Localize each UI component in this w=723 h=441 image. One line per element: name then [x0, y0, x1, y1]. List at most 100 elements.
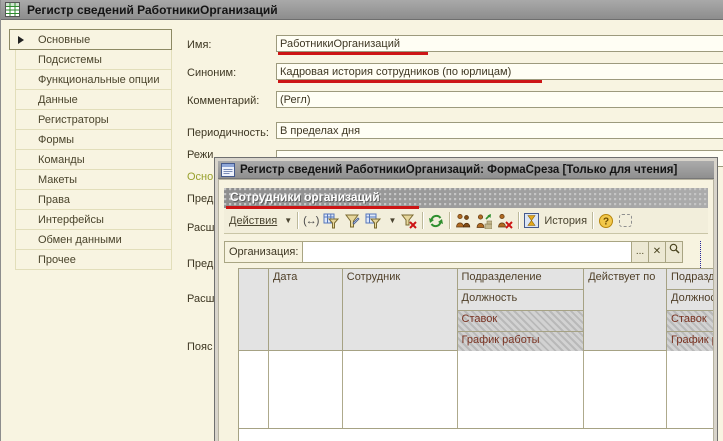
slice-window-title: Регистр сведений РаботникиОрганизаций: Ф…: [240, 164, 677, 176]
organization-choose-button[interactable]: ...: [632, 241, 649, 263]
svg-text:?: ?: [603, 216, 609, 227]
sidebar-item-osnovnye[interactable]: Основные: [9, 29, 172, 50]
sidebar-tabs: Основные Подсистемы Функциональные опции…: [9, 30, 172, 270]
organization-input[interactable]: [302, 241, 632, 263]
employee-promote-icon[interactable]: [476, 213, 492, 229]
slice-window[interactable]: Регистр сведений РаботникиОрганизаций: Ф…: [214, 157, 718, 441]
clipped-label-rezhim: Режи: [187, 149, 213, 161]
history-button-label: История: [544, 215, 587, 227]
header-cell-employee[interactable]: Сотрудник: [343, 269, 458, 351]
table-cell[interactable]: [667, 351, 714, 428]
name-red-underline: [278, 52, 428, 55]
synonym-red-underline: [278, 80, 542, 83]
table-empty-area: [239, 429, 714, 441]
header-cell-position[interactable]: Должность: [458, 290, 584, 311]
header-cell-date[interactable]: Дата: [269, 269, 343, 351]
header-cell-department-2[interactable]: Подразделение: [667, 269, 714, 290]
sidebar-item-interfeysy[interactable]: Интерфейсы: [15, 209, 172, 230]
sidebar-item-formy[interactable]: Формы: [15, 129, 172, 150]
name-input[interactable]: [276, 35, 723, 52]
refresh-icon[interactable]: [428, 213, 444, 229]
select-mode-icon[interactable]: [619, 214, 632, 227]
header-cell-department[interactable]: Подразделение: [458, 269, 584, 290]
screenshot-root: Регистр сведений РаботникиОрганизаций Ос…: [0, 0, 723, 441]
tab-label: Подсистемы: [38, 54, 102, 66]
table-cell[interactable]: [343, 351, 458, 428]
employee-remove-icon[interactable]: [497, 213, 513, 229]
caption-red-underline: [226, 206, 419, 209]
toolbar-separator: [592, 212, 593, 229]
magnifier-icon: [669, 243, 680, 254]
header-cell-rate[interactable]: Ставок: [458, 311, 584, 332]
toolbar-separator: [297, 212, 298, 229]
comment-input[interactable]: [276, 91, 723, 108]
periodicity-input[interactable]: [276, 122, 723, 139]
header-group-department[interactable]: Подразделение Должность Ставок График ра…: [458, 269, 585, 351]
table-cell[interactable]: [239, 351, 269, 428]
table-cell[interactable]: [584, 351, 667, 428]
table-cell[interactable]: [269, 351, 343, 428]
toolbar-separator: [422, 212, 423, 229]
info-register-icon: [5, 2, 21, 18]
chevron-down-icon[interactable]: ▼: [388, 216, 396, 225]
organization-find-button[interactable]: [666, 241, 683, 263]
name-label: Имя:: [187, 39, 211, 51]
sidebar-item-obmen-dannymi[interactable]: Обмен данными: [15, 229, 172, 250]
tab-label: Интерфейсы: [38, 214, 104, 226]
comment-label: Комментарий:: [187, 95, 259, 107]
tab-label: Формы: [38, 134, 74, 146]
header-cell-schedule[interactable]: График работы: [458, 332, 584, 351]
sidebar-item-registratory[interactable]: Регистраторы: [15, 109, 172, 130]
chevron-down-icon: ▼: [284, 216, 292, 225]
header-cell-rate-2[interactable]: Ставок: [667, 311, 714, 332]
sidebar-item-funkcionalnye-opcii[interactable]: Функциональные опции: [15, 69, 172, 90]
filter-by-value-icon[interactable]: [323, 213, 339, 229]
clipped-label-poyasnenie: Пояс: [187, 341, 212, 353]
selected-arrow-icon: [18, 36, 24, 44]
clear-filter-icon[interactable]: [401, 213, 417, 229]
header-cell-schedule-2[interactable]: График работы: [667, 332, 714, 351]
filter-settings-icon[interactable]: [344, 213, 360, 229]
tab-label: Прочее: [38, 254, 76, 266]
sidebar-item-komandy[interactable]: Команды: [15, 149, 172, 170]
form-caption: Сотрудники организаций: [224, 188, 708, 208]
clipped-label-osnovnoy: Осно: [187, 171, 213, 183]
set-interval-icon[interactable]: (↔): [303, 215, 318, 227]
tab-label: Макеты: [38, 174, 77, 186]
sidebar-item-dannye[interactable]: Данные: [15, 89, 172, 110]
header-group-department-2[interactable]: Подразделение Должность Ставок График ра…: [667, 269, 714, 351]
sidebar-item-makety[interactable]: Макеты: [15, 169, 172, 190]
synonym-label: Синоним:: [187, 67, 236, 79]
clipped-label-rasshirennoe-2: Расш: [187, 293, 214, 305]
toolbar-separator: [518, 212, 519, 229]
table-header: Дата Сотрудник Подразделение Должность С…: [239, 269, 714, 351]
tab-label: Команды: [38, 154, 85, 166]
synonym-input[interactable]: [276, 63, 723, 80]
organization-clear-button[interactable]: ✕: [649, 241, 666, 263]
filter-column-icon[interactable]: [365, 213, 381, 229]
toolbar-separator: [449, 212, 450, 229]
tab-label: Обмен данными: [38, 234, 122, 246]
form-icon: [221, 163, 235, 177]
sidebar-item-podsistemy[interactable]: Подсистемы: [15, 49, 172, 70]
tab-label: Функциональные опции: [38, 74, 159, 86]
history-icon: [524, 213, 540, 229]
table-row[interactable]: [239, 351, 714, 429]
sidebar-item-prava[interactable]: Права: [15, 189, 172, 210]
clipped-label-predstavlenie-1: Пред: [187, 193, 213, 205]
header-cell-valid-until[interactable]: Действует по: [584, 269, 667, 351]
table-cell[interactable]: [458, 351, 585, 428]
records-table[interactable]: Дата Сотрудник Подразделение Должность С…: [238, 268, 714, 441]
organization-label: Организация:: [224, 241, 302, 263]
form-caption-text: Сотрудники организаций: [230, 190, 380, 204]
employee-pair-icon[interactable]: [455, 213, 471, 229]
actions-menu-button[interactable]: Действия: [229, 215, 277, 227]
history-button[interactable]: История: [524, 213, 587, 229]
help-icon[interactable]: ?: [598, 213, 614, 229]
sidebar-item-prochee[interactable]: Прочее: [15, 249, 172, 270]
header-cell-selector[interactable]: [239, 269, 269, 351]
main-window-titlebar[interactable]: Регистр сведений РаботникиОрганизаций: [1, 0, 723, 20]
periodicity-label: Периодичность:: [187, 127, 269, 139]
header-cell-position-2[interactable]: Должность: [667, 290, 714, 311]
slice-window-titlebar[interactable]: Регистр сведений РаботникиОрганизаций: Ф…: [218, 161, 714, 179]
